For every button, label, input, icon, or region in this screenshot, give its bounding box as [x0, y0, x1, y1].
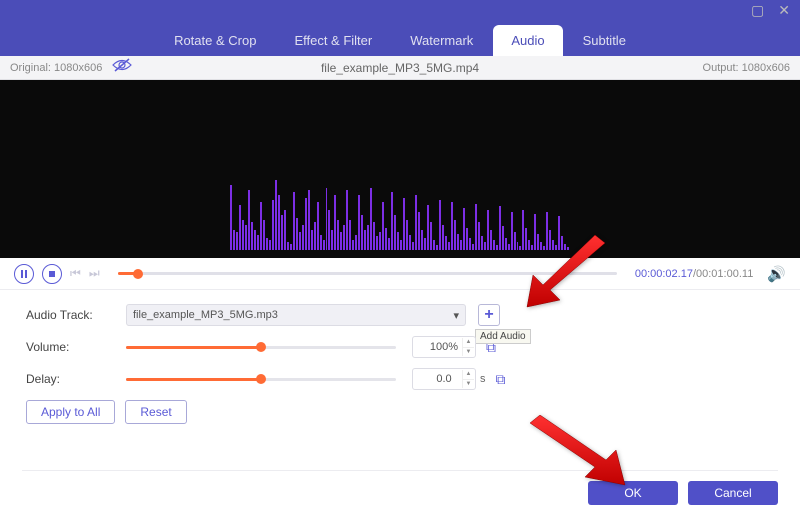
- next-button[interactable]: ⏭: [89, 266, 100, 281]
- info-bar: Original: 1080x606 file_example_MP3_5MG.…: [0, 56, 800, 80]
- reset-button[interactable]: Reset: [125, 400, 186, 424]
- playback-bar: ⏮ ⏭ 00:00:02.17/00:01:00.11 🔊: [0, 258, 800, 290]
- volume-value[interactable]: 100% ▲▼: [412, 336, 476, 358]
- tab-effect-filter[interactable]: Effect & Filter: [276, 25, 390, 56]
- filename-label: file_example_MP3_5MG.mp4: [321, 61, 479, 75]
- audio-track-label: Audio Track:: [26, 308, 126, 322]
- timecode: 00:00:02.17/00:01:00.11: [635, 268, 753, 280]
- volume-icon[interactable]: 🔊: [767, 265, 786, 283]
- apply-to-all-button[interactable]: Apply to All: [26, 400, 115, 424]
- delay-slider[interactable]: [126, 378, 396, 381]
- output-label: Output: 1080x606: [703, 62, 790, 74]
- tab-bar: Rotate & Crop Effect & Filter Watermark …: [0, 20, 800, 56]
- copy-delay-icon[interactable]: ⧉: [496, 371, 506, 388]
- delay-up[interactable]: ▲: [462, 370, 474, 380]
- original-label: Original: 1080x606: [10, 62, 102, 74]
- pause-button[interactable]: [14, 264, 34, 284]
- volume-up[interactable]: ▲: [462, 338, 474, 348]
- minimize-button[interactable]: ▢: [751, 2, 764, 19]
- volume-slider[interactable]: [126, 346, 396, 349]
- audio-track-dropdown[interactable]: file_example_MP3_5MG.mp3 ▾: [126, 304, 466, 326]
- tab-rotate-crop[interactable]: Rotate & Crop: [156, 25, 274, 56]
- titlebar: ▢ ✕: [0, 0, 800, 20]
- ok-button[interactable]: OK: [588, 481, 678, 505]
- video-preview: [0, 80, 800, 258]
- chevron-down-icon: ▾: [453, 309, 459, 322]
- tab-audio[interactable]: Audio: [493, 25, 562, 56]
- add-audio-tooltip: Add Audio: [475, 329, 531, 344]
- stop-button[interactable]: [42, 264, 62, 284]
- delay-down[interactable]: ▼: [462, 380, 474, 389]
- tab-watermark[interactable]: Watermark: [392, 25, 491, 56]
- add-audio-button[interactable]: + Add Audio: [478, 304, 500, 326]
- audio-settings: Audio Track: file_example_MP3_5MG.mp3 ▾ …: [0, 290, 800, 428]
- progress-slider[interactable]: [118, 272, 617, 275]
- tab-subtitle[interactable]: Subtitle: [565, 25, 644, 56]
- cancel-button[interactable]: Cancel: [688, 481, 778, 505]
- audio-waveform: [230, 155, 570, 250]
- delay-label: Delay:: [26, 372, 126, 386]
- prev-button[interactable]: ⏮: [70, 266, 81, 281]
- close-button[interactable]: ✕: [778, 2, 790, 19]
- delay-value[interactable]: 0.0 ▲▼: [412, 368, 476, 390]
- footer: OK Cancel: [22, 470, 778, 505]
- volume-label: Volume:: [26, 340, 126, 354]
- delay-unit: s: [480, 373, 486, 385]
- eye-off-icon[interactable]: [112, 58, 132, 77]
- volume-down[interactable]: ▼: [462, 348, 474, 357]
